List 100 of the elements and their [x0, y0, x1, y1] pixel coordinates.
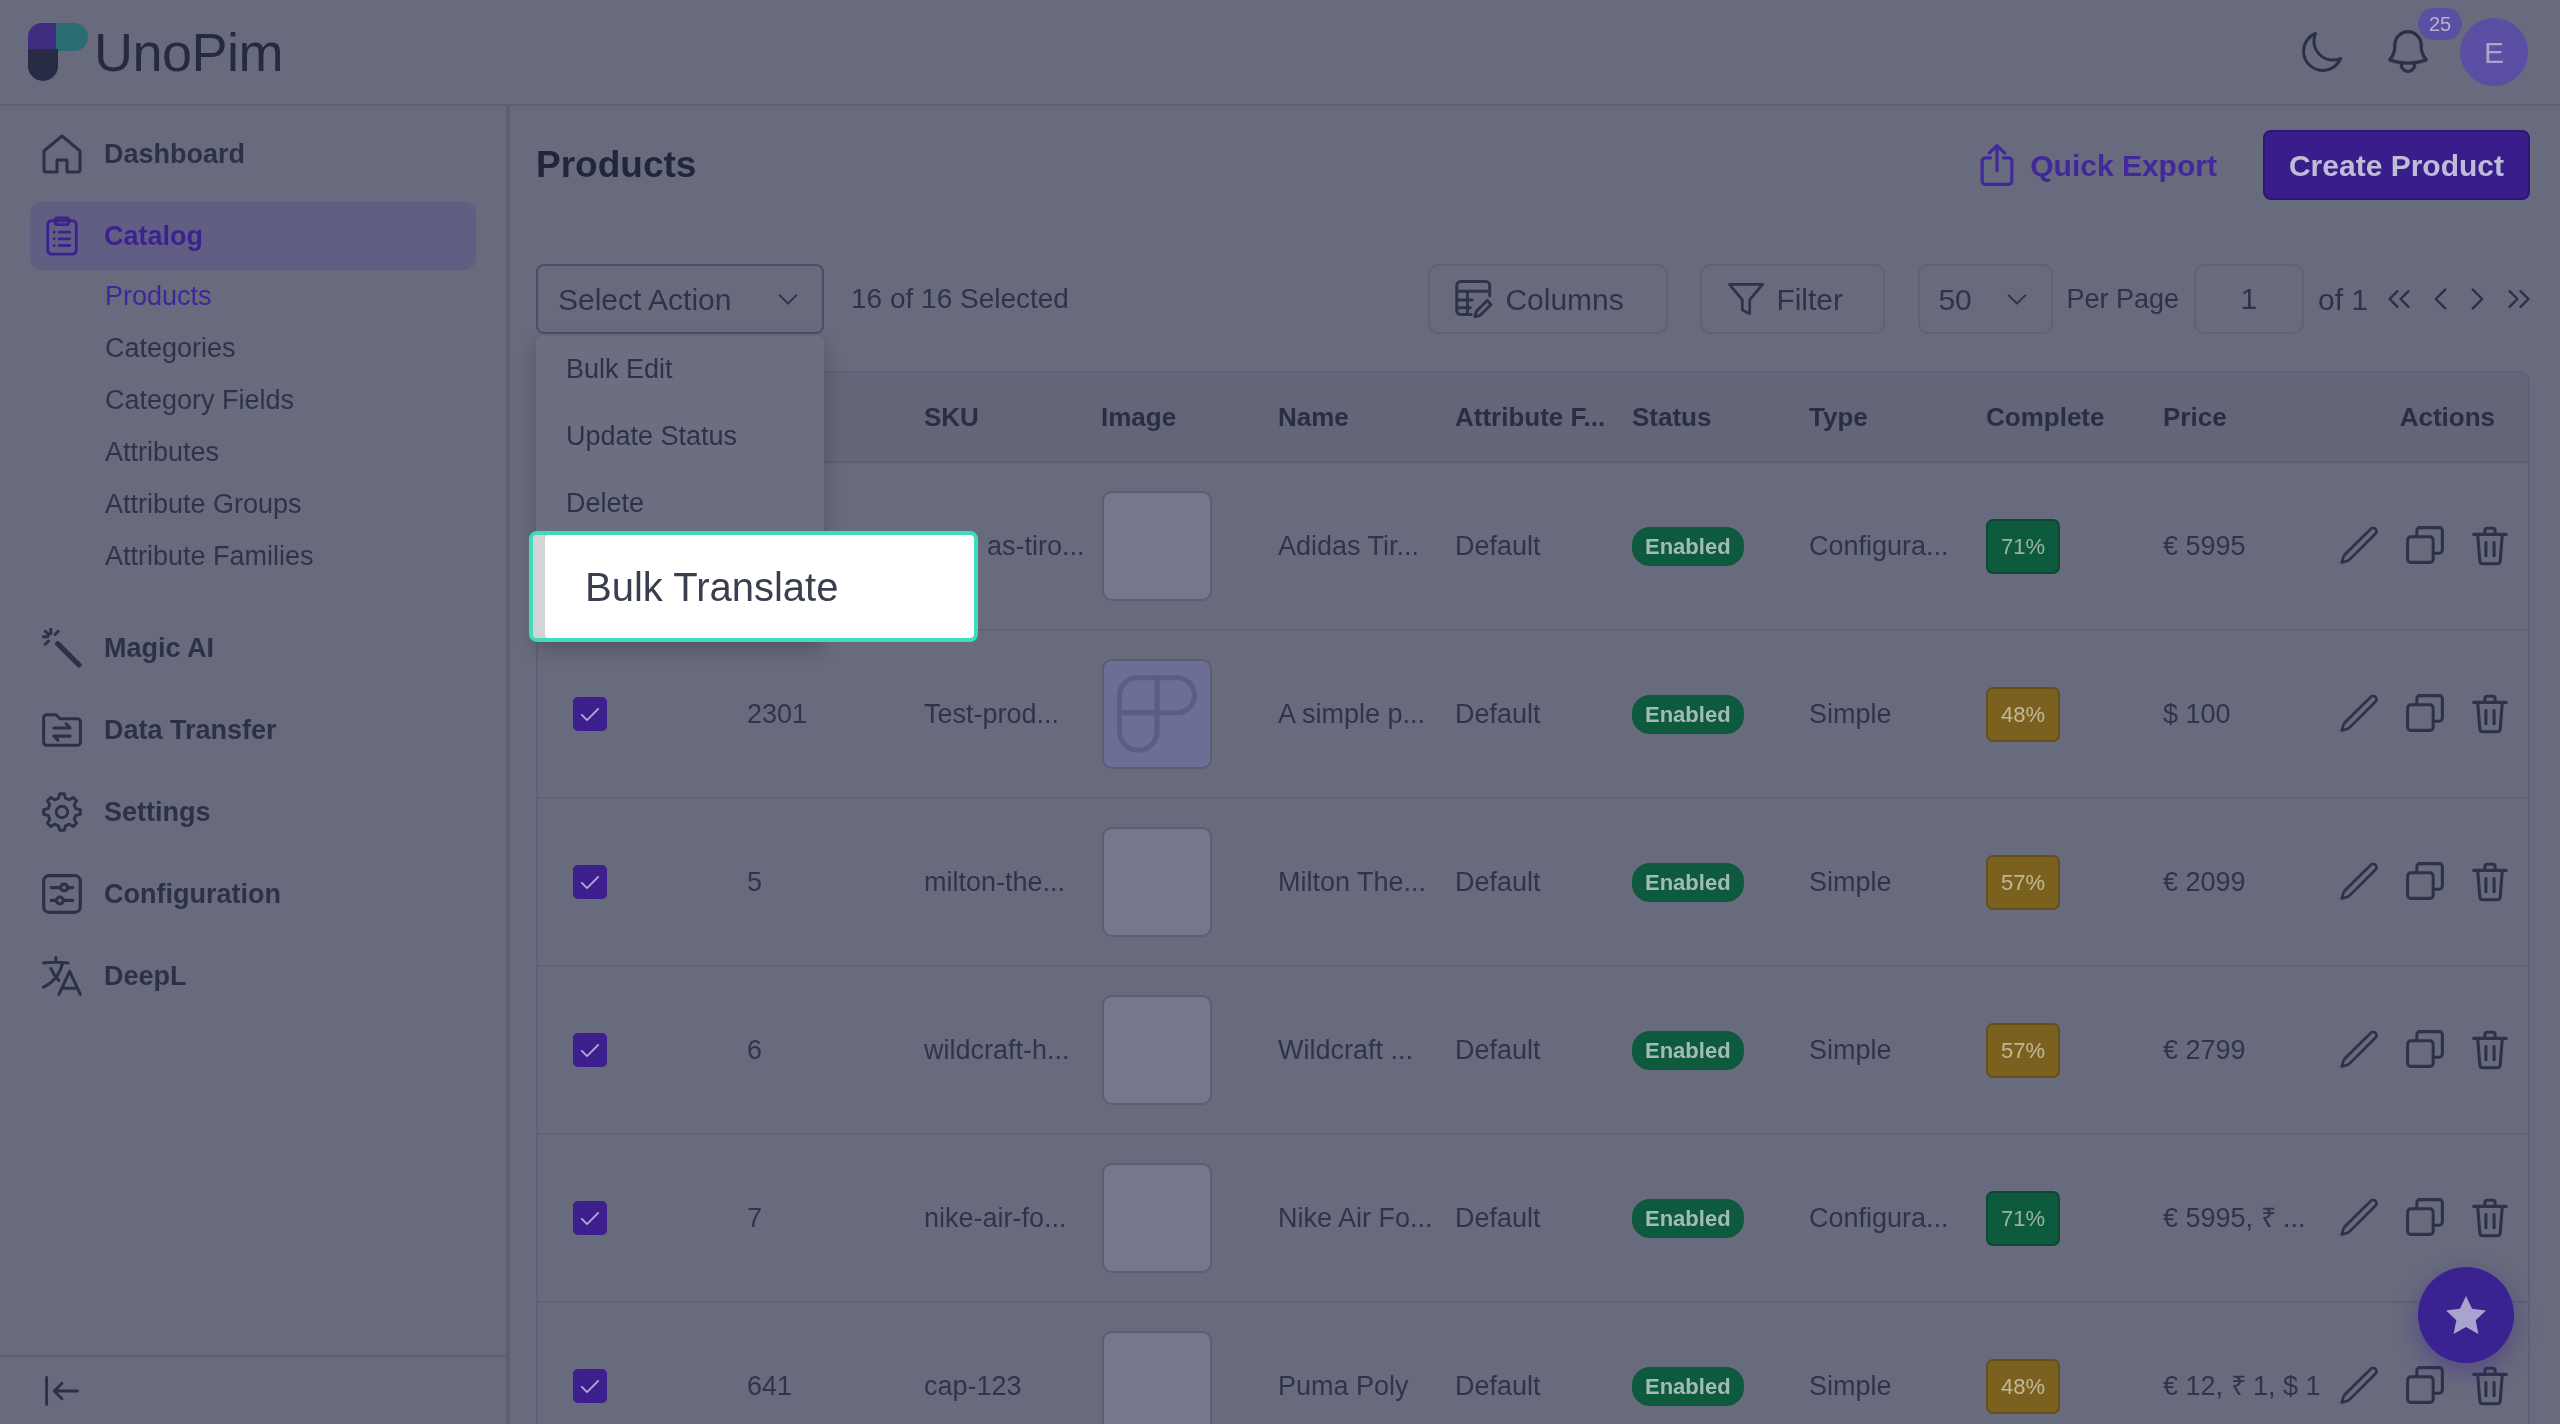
translate-icon [42, 956, 82, 996]
quick-export-button[interactable]: Quick Export [1980, 142, 2217, 188]
copy-icon[interactable] [2406, 1366, 2444, 1404]
table-cell: Default [1455, 530, 1541, 561]
trash-icon[interactable] [2472, 1198, 2508, 1238]
table-cell: Simple [1809, 1370, 1892, 1401]
pencil-icon[interactable] [2340, 1198, 2378, 1236]
chevron-right-icon[interactable] [2471, 288, 2484, 310]
check-icon [580, 1042, 600, 1058]
trash-icon[interactable] [2472, 1030, 2508, 1070]
table-cell: Default [1455, 698, 1541, 729]
double-chevron-left-icon[interactable] [2388, 289, 2410, 309]
chevron-down-icon [778, 293, 798, 305]
moon-icon[interactable] [2302, 32, 2342, 72]
per-page-select[interactable]: 50 [1918, 264, 2054, 334]
sliders-icon [42, 874, 82, 914]
table-cell: 5 [747, 866, 763, 897]
chevron-left-icon[interactable] [2434, 288, 2447, 310]
trash-icon[interactable] [2472, 526, 2508, 566]
sidebar-item[interactable]: Magic AI [30, 614, 476, 682]
table-cell: Puma Poly [1278, 1370, 1409, 1401]
sidebar-item[interactable]: Data Transfer [30, 696, 476, 764]
completeness-badge: 71% [1986, 518, 2061, 574]
table-cell: € 2099 [2163, 866, 2246, 897]
table-cell: 7 [747, 1202, 763, 1233]
row-checkbox[interactable] [573, 1369, 607, 1403]
table-cell: Default [1455, 1034, 1541, 1065]
create-product-button[interactable]: Create Product [2262, 130, 2530, 200]
sidebar-subitem[interactable]: Attribute Families [105, 530, 314, 582]
pencil-icon[interactable] [2340, 1366, 2378, 1404]
status-badge: Enabled [1632, 862, 1744, 902]
logo-icon [28, 23, 88, 81]
table-cell: as-tiro... [987, 530, 1085, 561]
sidebar-subitem[interactable]: Category Fields [105, 374, 295, 426]
notification-count: 25 [2418, 8, 2462, 40]
page-input[interactable]: 1 [2193, 264, 2304, 334]
copy-icon[interactable] [2406, 1198, 2444, 1236]
menu-item[interactable]: Bulk Edit [536, 336, 824, 403]
table-cell: Adidas Tir... [1278, 530, 1420, 561]
sidebar-item[interactable]: DeepL [30, 942, 476, 1010]
sidebar-subitem[interactable]: Products [105, 270, 212, 322]
pencil-icon[interactable] [2340, 1030, 2378, 1068]
trash-icon[interactable] [2472, 1366, 2508, 1406]
table-cell: Test-prod... [924, 698, 1060, 729]
arrow-left-bar-icon[interactable] [45, 1375, 79, 1406]
trash-icon[interactable] [2472, 694, 2508, 734]
logo-text: UnoPim [94, 25, 284, 79]
trash-icon[interactable] [2472, 862, 2508, 902]
user-avatar[interactable]: E [2460, 18, 2528, 86]
page-title: Products [536, 142, 697, 187]
table-cell: Default [1455, 866, 1541, 897]
completeness-badge: 71% [1986, 1190, 2061, 1246]
completeness-badge: 48% [1986, 686, 2061, 742]
bell-icon[interactable] [2386, 30, 2430, 74]
completeness-badge: 57% [1986, 854, 2061, 910]
chevron-down-icon [2007, 293, 2028, 305]
table-cell: Simple [1809, 1034, 1892, 1065]
copy-icon[interactable] [2406, 1030, 2444, 1068]
row-checkbox[interactable] [573, 1033, 607, 1067]
menu-item[interactable]: Update Status [536, 403, 824, 470]
pencil-icon[interactable] [2340, 862, 2378, 900]
settings-icon [42, 792, 82, 832]
table-cell: Configura... [1809, 530, 1949, 561]
table-cell: € 5995, ₹ ... [2163, 1202, 2306, 1233]
select-action-dropdown[interactable]: Select Action [536, 264, 824, 334]
table-cell: $ 100 [2163, 698, 2231, 729]
column-header: Attribute F... [1455, 401, 1606, 432]
column-header: Name [1278, 401, 1349, 432]
menu-item[interactable]: Bulk Translate [529, 531, 978, 642]
table-cell: 2301 [747, 698, 808, 729]
sidebar-item[interactable]: Dashboard [30, 120, 476, 188]
table-cell: Milton The... [1278, 866, 1427, 897]
copy-icon[interactable] [2406, 526, 2444, 564]
row-checkbox[interactable] [573, 697, 607, 731]
sidebar-subitem[interactable]: Attributes [105, 426, 220, 478]
table-cell: € 12, ₹ 1, $ 1 [2163, 1370, 2321, 1401]
filter-button[interactable]: Filter [1700, 264, 1886, 334]
column-header: SKU [924, 401, 979, 432]
sidebar-item[interactable]: Configuration [30, 860, 476, 928]
completeness-badge: 57% [1986, 1022, 2061, 1078]
sidebar-subitem[interactable]: Attribute Groups [105, 478, 302, 530]
copy-icon[interactable] [2406, 862, 2444, 900]
row-checkbox[interactable] [573, 1201, 607, 1235]
completeness-badge: 48% [1986, 1358, 2061, 1414]
copy-icon[interactable] [2406, 694, 2444, 732]
check-icon [580, 706, 600, 722]
table-cell: A simple p... [1278, 698, 1426, 729]
sidebar-subitem[interactable]: Categories [105, 322, 236, 374]
column-header: Image [1101, 401, 1177, 432]
table-cell: Default [1455, 1370, 1541, 1401]
double-chevron-right-icon[interactable] [2508, 289, 2530, 309]
pencil-icon[interactable] [2340, 526, 2378, 564]
status-badge: Enabled [1632, 694, 1744, 734]
sidebar-item[interactable]: Catalog [30, 202, 476, 270]
sidebar-item[interactable]: Settings [30, 778, 476, 846]
columns-button[interactable]: Columns [1428, 264, 1669, 334]
filter-icon [1728, 282, 1765, 316]
pencil-icon[interactable] [2340, 694, 2378, 732]
selection-count: 16 of 16 Selected [851, 282, 1069, 316]
row-checkbox[interactable] [573, 865, 607, 899]
